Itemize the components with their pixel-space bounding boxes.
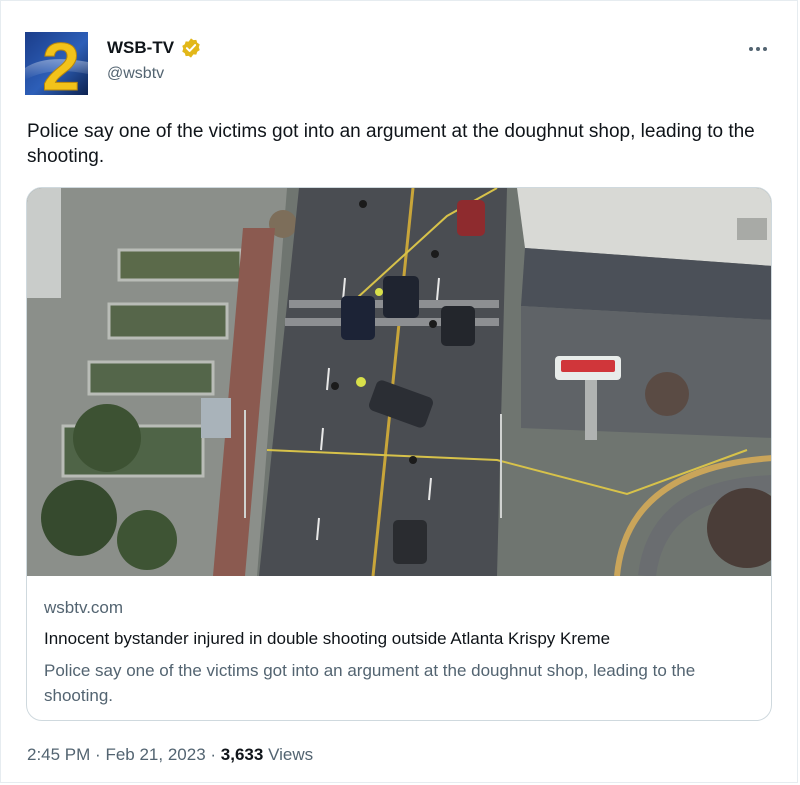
tweet-metadata: 2:45 PM · Feb 21, 2023 · 3,633 Views: [27, 745, 313, 765]
tweet-date[interactable]: Feb 21, 2023: [105, 745, 205, 764]
meta-separator: ·: [95, 745, 101, 764]
verified-badge-icon[interactable]: [180, 37, 202, 59]
author-name-row: WSB-TV: [107, 37, 202, 59]
tweet-text: Police say one of the victims got into a…: [27, 121, 755, 167]
card-domain: wsbtv.com: [44, 598, 124, 617]
avatar[interactable]: 2: [25, 32, 88, 95]
views-label: Views: [268, 745, 314, 764]
avatar-number: 2: [42, 32, 80, 95]
card-description: Police say one of the victims got into a…: [44, 661, 696, 705]
link-card[interactable]: wsbtv.com Innocent bystander injured in …: [26, 187, 772, 721]
views-count: 3,633: [220, 745, 264, 764]
tweet-time[interactable]: 2:45 PM: [27, 745, 90, 764]
author-block: WSB-TV @wsbtv: [107, 37, 202, 83]
card-meta: wsbtv.com Innocent bystander injured in …: [44, 598, 756, 708]
meta-separator: ·: [210, 745, 217, 764]
author-display-name[interactable]: WSB-TV: [107, 38, 174, 58]
card-image: [27, 188, 771, 576]
tweet-container: 2 WSB-TV @wsbtv Police say one of the vi…: [0, 0, 798, 783]
card-title: Innocent bystander injured in double sho…: [44, 629, 611, 648]
more-options-icon[interactable]: [746, 39, 770, 59]
author-handle[interactable]: @wsbtv: [107, 65, 202, 83]
